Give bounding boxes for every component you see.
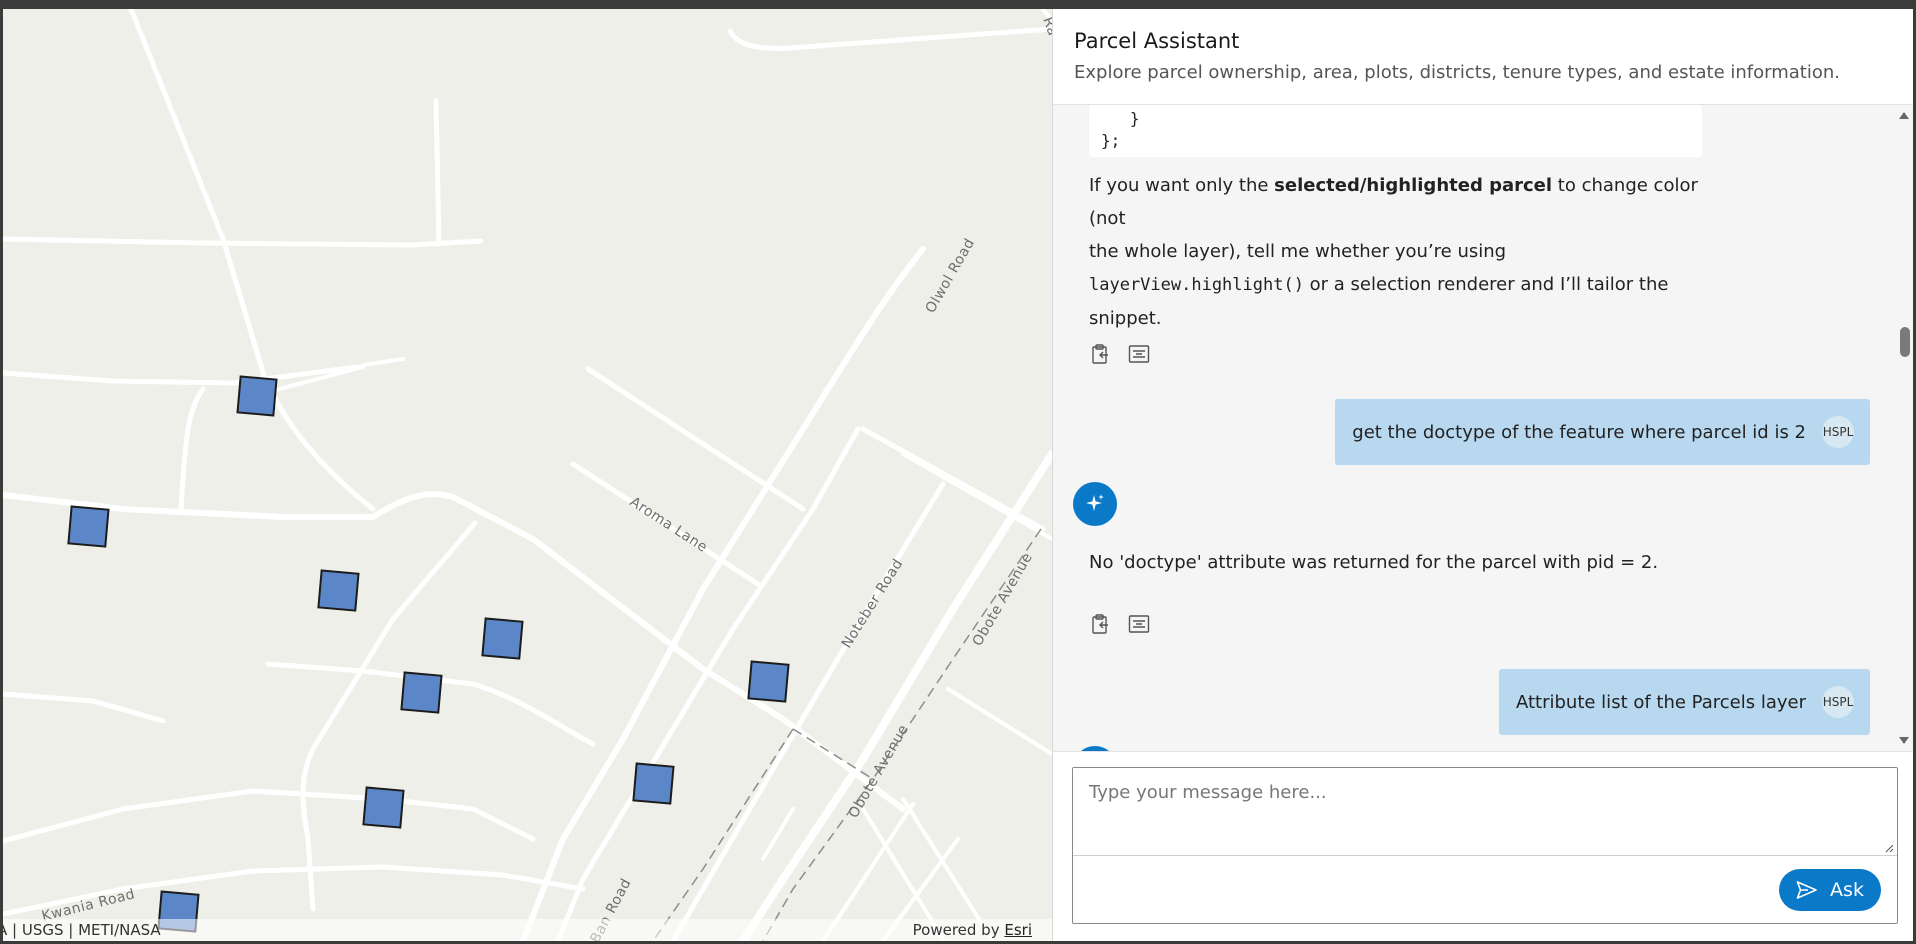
parcel-marker[interactable] [67,505,110,548]
code-block: } }; [1089,105,1702,157]
bot-message-doctype: No 'doctype' attribute was returned for … [1089,552,1659,573]
copy-icon[interactable] [1090,613,1112,635]
scroll-thumb[interactable] [1900,327,1910,357]
sparkle-icon [1086,494,1104,511]
user-avatar: HSPL [1822,416,1854,448]
composer-box: Ask [1072,767,1898,924]
ask-button[interactable]: Ask [1779,869,1881,911]
insert-text-icon[interactable] [1128,343,1150,365]
resize-handle-icon[interactable] [1885,844,1894,853]
panel-subtitle: Explore parcel ownership, area, plots, d… [1074,62,1841,83]
app-window: Olwol Road Aroma Lane Noteber Road Obote… [3,9,1913,941]
scroll-up-arrow[interactable] [1899,112,1909,119]
assistant-avatar [1073,482,1117,526]
user-message: Attribute list of the Parcels layer HSPL [1498,669,1870,735]
message-composer: Ask [1053,751,1913,941]
attribution-sources: A | USGS | METI/NASA [3,921,161,939]
assistant-panel: Parcel Assistant Explore parcel ownershi… [1052,9,1913,941]
road-label-olwol: Olwol Road [923,236,979,316]
map-canvas[interactable]: Olwol Road Aroma Lane Noteber Road Obote… [3,9,1052,941]
parcel-marker[interactable] [317,569,360,612]
parcel-marker[interactable] [747,660,790,703]
attribution-powered: Powered by Esri [912,921,1032,939]
road-label-aroma: Aroma Lane [627,494,710,556]
parcel-marker[interactable] [632,762,675,805]
send-icon [1796,881,1817,899]
user-message: get the doctype of the feature where par… [1335,399,1870,465]
panel-header: Parcel Assistant Explore parcel ownershi… [1053,9,1913,105]
map-attribution: A | USGS | METI/NASA Powered by Esri [3,919,1052,941]
message-input[interactable] [1073,768,1897,856]
screen-frame: Olwol Road Aroma Lane Noteber Road Obote… [0,0,1916,944]
parcel-marker[interactable] [236,375,278,417]
parcel-marker[interactable] [362,786,405,829]
bot-message-highlight: If you want only the selected/highlighte… [1089,175,1698,329]
road-label-top: Ra [1039,15,1052,38]
esri-link[interactable]: Esri [1004,921,1032,939]
chat-scrollbar[interactable] [1897,105,1913,751]
parcel-marker[interactable] [481,617,524,660]
chat-history[interactable]: } }; If you want only the selected/highl… [1053,105,1913,751]
parcel-marker[interactable] [400,671,443,714]
panel-title: Parcel Assistant [1074,29,1240,53]
user-avatar: HSPL [1822,686,1854,718]
map-view[interactable]: Olwol Road Aroma Lane Noteber Road Obote… [3,9,1052,941]
copy-icon[interactable] [1090,343,1112,365]
insert-text-icon[interactable] [1128,613,1150,635]
scroll-down-arrow[interactable] [1899,737,1909,744]
road-label-noteber: Noteber Road [839,556,907,651]
